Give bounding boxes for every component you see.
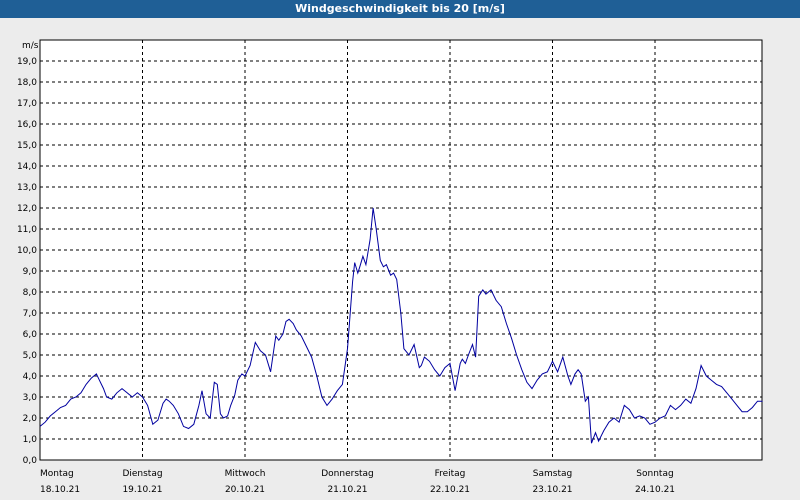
y-axis-unit-label: m/s (22, 41, 39, 51)
y-tick-label: 15,0 (17, 141, 37, 151)
y-tick-label: 12,0 (17, 204, 37, 214)
x-tick-date-label: 18.10.21 (40, 485, 80, 495)
y-tick-label: 19,0 (17, 57, 37, 67)
y-tick-label: 13,0 (17, 183, 37, 193)
y-tick-label: 7,0 (23, 309, 38, 319)
y-tick-label: 18,0 (17, 78, 37, 88)
y-tick-label: 1,0 (23, 435, 38, 445)
y-tick-label: 4,0 (23, 372, 38, 382)
y-tick-label: 3,0 (23, 393, 38, 403)
x-tick-date-label: 24.10.21 (635, 485, 675, 495)
y-tick-label: 10,0 (17, 246, 37, 256)
y-axis-ticks: 0,0 1,0 2,0 3,0 4,0 5,0 6,0 7,0 8,0 9,0 10,0 11,0 12… (17, 57, 37, 466)
y-tick-label: 0,0 (23, 456, 38, 466)
y-tick-label: 16,0 (17, 120, 37, 130)
y-tick-label: 9,0 (23, 267, 38, 277)
y-tick-label: 17,0 (17, 99, 37, 109)
x-tick-day-label: Mittwoch (225, 469, 266, 479)
grid-lines (40, 40, 762, 460)
chart-canvas: 0,0 1,0 2,0 3,0 4,0 5,0 6,0 7,0 8,0 9,0 10,0 11,0 12… (17, 39, 763, 495)
x-tick-date-label: 21.10.21 (327, 485, 367, 495)
y-tick-label: 8,0 (23, 288, 38, 298)
y-tick-label: 5,0 (23, 351, 38, 361)
x-tick-date-label: 22.10.21 (430, 485, 470, 495)
x-tick-day-label: Freitag (435, 469, 466, 479)
x-tick-day-label: Samstag (533, 469, 572, 479)
x-tick-date-label: 23.10.21 (532, 485, 572, 495)
x-tick-day-label: Dienstag (122, 469, 162, 479)
x-tick-day-label: Montag (40, 469, 74, 479)
x-tick-day-label: Sonntag (636, 469, 673, 479)
x-tick-date-label: 19.10.21 (122, 485, 162, 495)
x-axis-ticks: Montag 18.10.21 Dienstag 19.10.21 Mittwoch 20… (40, 469, 675, 495)
x-tick-date-label: 20.10.21 (225, 485, 265, 495)
y-tick-label: 6,0 (23, 330, 38, 340)
y-tick-label: 2,0 (23, 414, 38, 424)
y-tick-label: 14,0 (17, 162, 37, 172)
x-tick-day-label: Donnerstag (321, 469, 374, 479)
y-tick-label: 11,0 (17, 225, 37, 235)
